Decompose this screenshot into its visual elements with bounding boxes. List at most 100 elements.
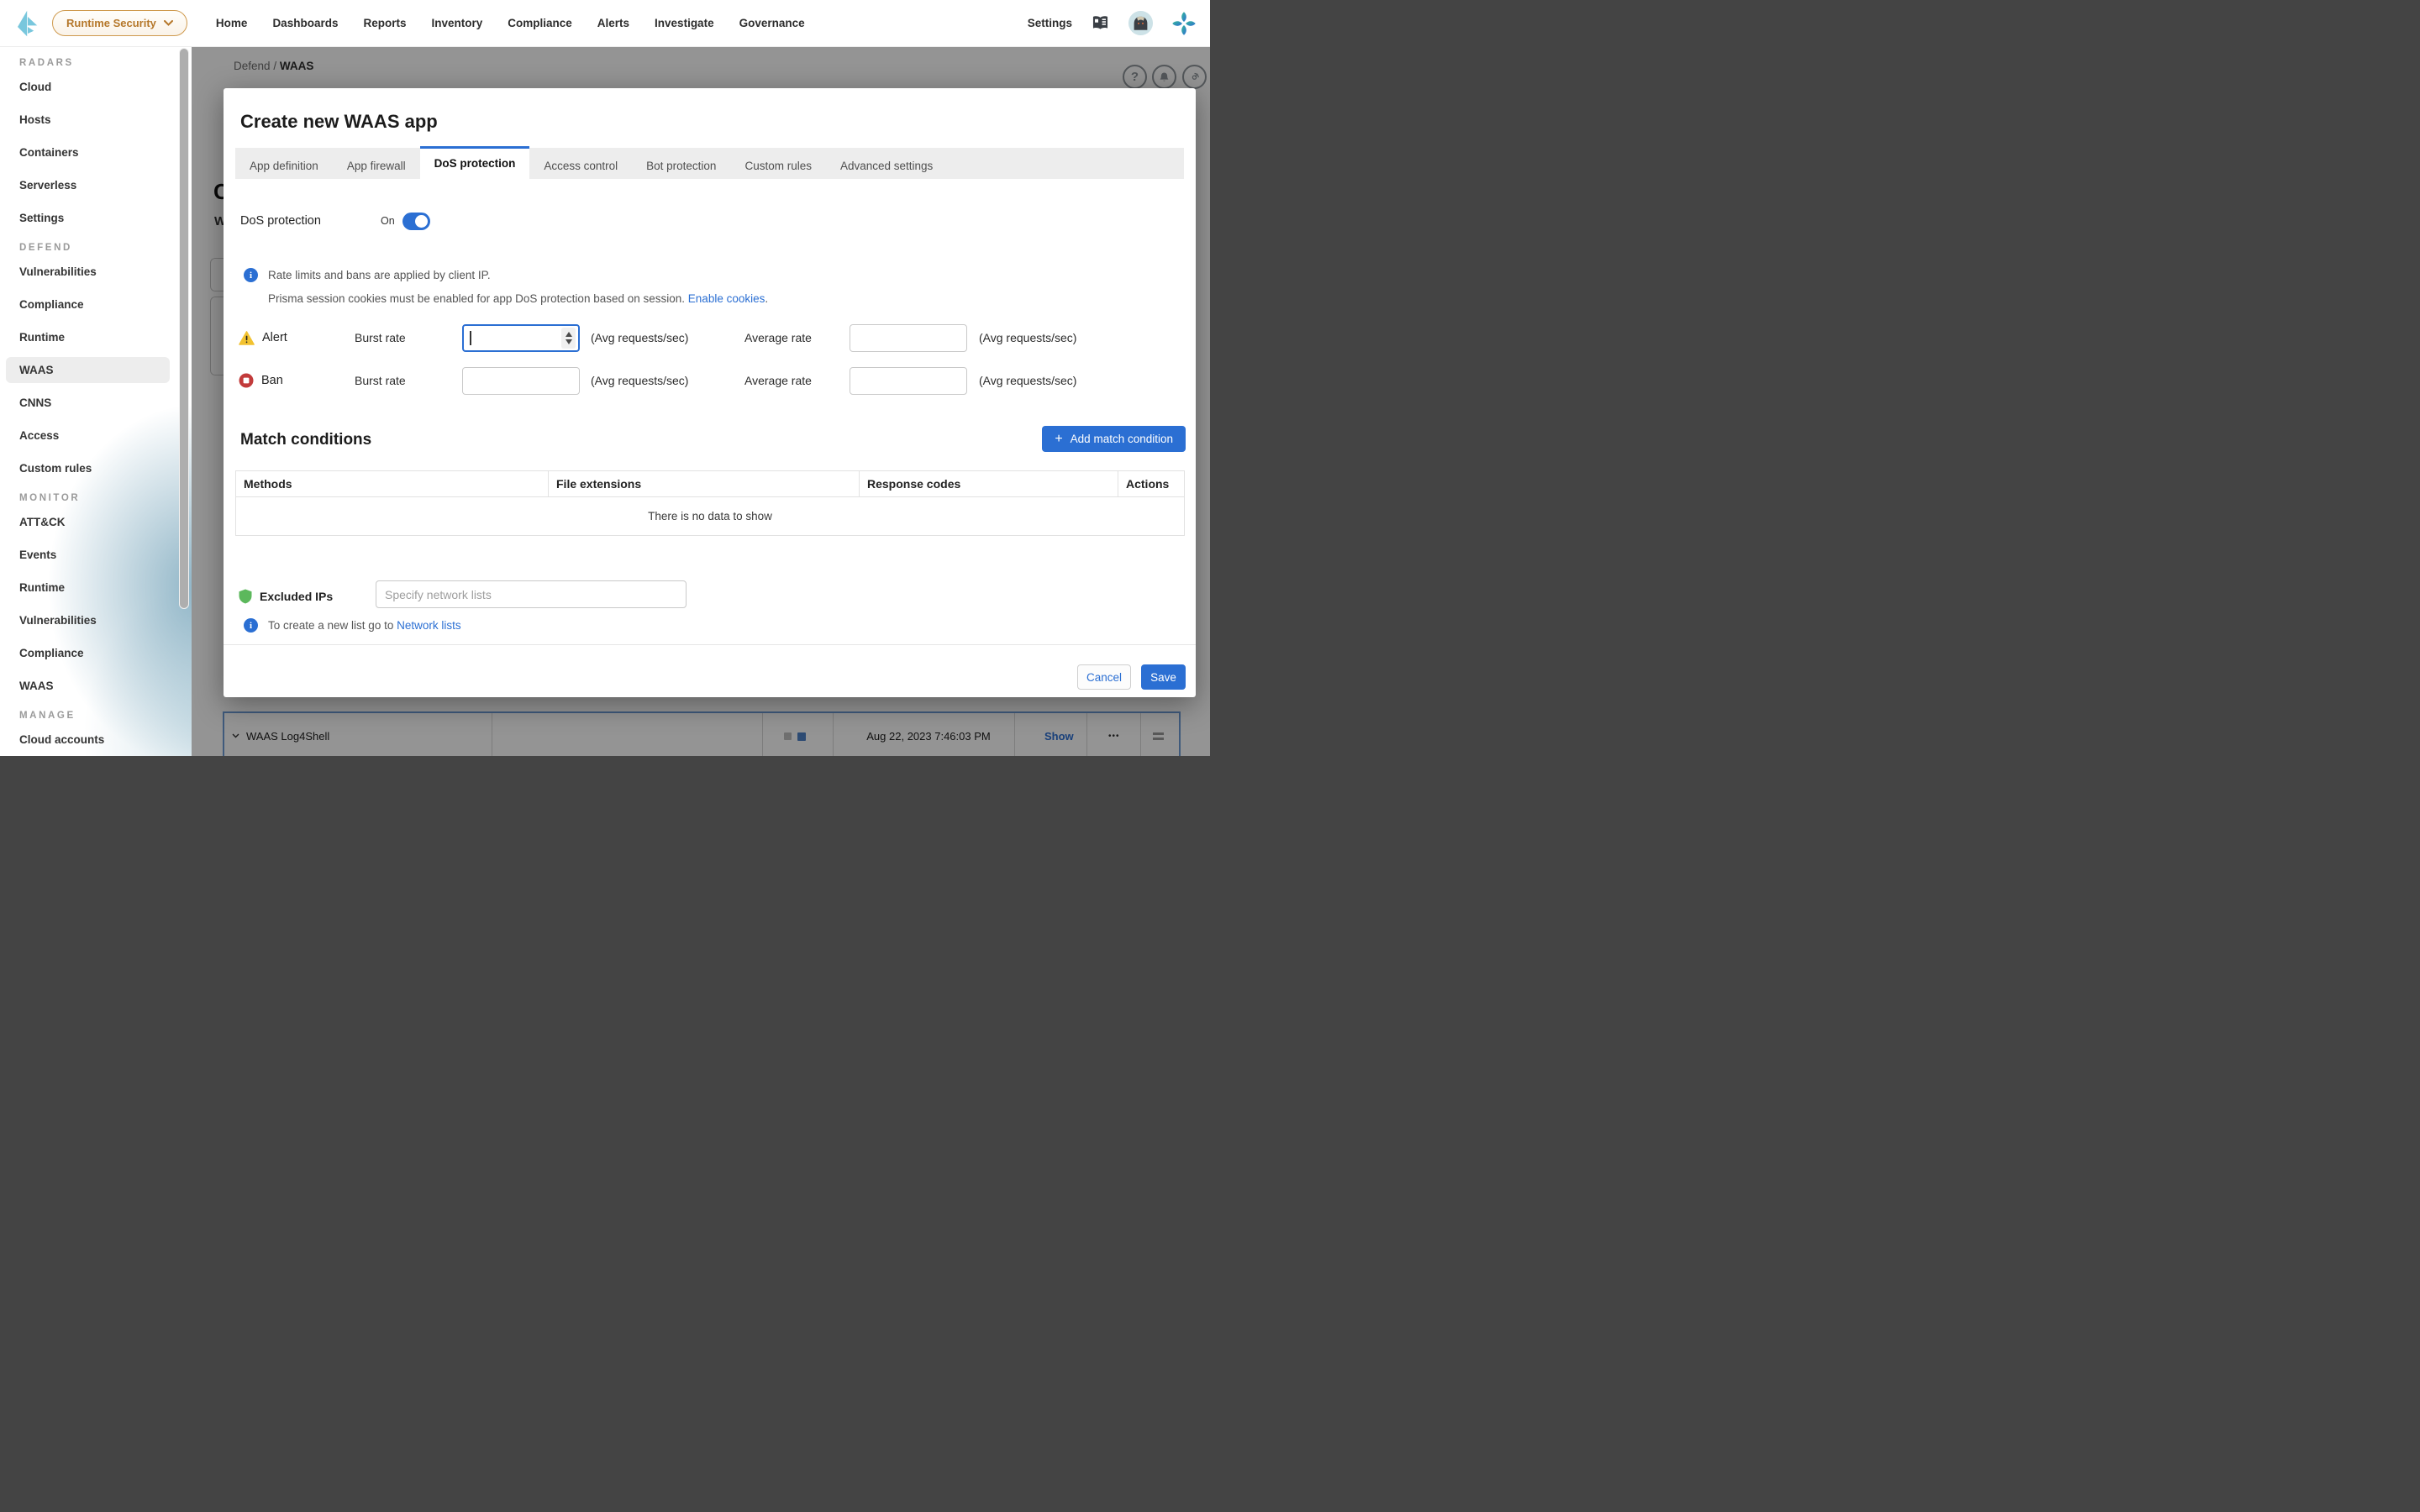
modal-footer: Cancel Save <box>224 644 1196 697</box>
sidebar-section-manage: MANAGE <box>19 711 192 723</box>
toggle-state-label: On <box>381 215 395 227</box>
network-lists-note: To create a new list go to Network lists <box>268 619 461 632</box>
excluded-ips-label: Excluded IPs <box>260 590 333 603</box>
product-switcher[interactable]: Runtime Security <box>52 10 187 36</box>
tab-dos-protection[interactable]: DoS protection <box>420 146 530 179</box>
tab-advanced-settings[interactable]: Advanced settings <box>826 148 947 179</box>
sidebar-item-cloud-accounts[interactable]: Cloud accounts <box>0 723 192 756</box>
user-avatar[interactable] <box>1128 11 1153 35</box>
ban-burst-rate-field <box>462 367 580 395</box>
tab-custom-rules[interactable]: Custom rules <box>730 148 826 179</box>
ban-average-rate-input[interactable] <box>850 367 967 395</box>
alert-average-rate-input[interactable] <box>850 324 967 352</box>
sidebar-item-vulnerabilities[interactable]: Vulnerabilities <box>0 255 192 288</box>
tab-access-control[interactable]: Access control <box>529 148 632 179</box>
sidebar-item-runtime-monitor[interactable]: Runtime <box>0 571 192 604</box>
chevron-down-icon <box>164 20 173 26</box>
ban-icon <box>239 373 254 388</box>
sidebar-scrollbar[interactable] <box>179 48 189 609</box>
column-header-actions: Actions <box>1118 471 1184 496</box>
burst-rate-label: Burst rate <box>355 331 462 344</box>
sidebar-item-waas[interactable]: WAAS <box>6 357 170 383</box>
sidebar-item-runtime[interactable]: Runtime <box>0 321 192 354</box>
tab-app-firewall[interactable]: App firewall <box>333 148 420 179</box>
ban-row-label: Ban <box>261 374 283 387</box>
match-conditions-heading: Match conditions <box>240 431 371 449</box>
average-rate-unit: (Avg requests/sec) <box>968 374 1184 387</box>
alert-average-rate-field <box>850 324 967 352</box>
ban-burst-rate-input[interactable] <box>462 367 580 395</box>
burst-rate-unit: (Avg requests/sec) <box>580 374 744 387</box>
alert-burst-rate-field <box>462 324 580 352</box>
modal-tabs: App definition App firewall DoS protecti… <box>235 148 1184 179</box>
column-header-file-extensions: File extensions <box>549 471 860 496</box>
nav-item-home[interactable]: Home <box>216 17 248 29</box>
sidebar: RADARS Cloud Hosts Containers Serverless… <box>0 46 192 756</box>
average-rate-unit: (Avg requests/sec) <box>968 331 1184 344</box>
column-header-response-codes: Response codes <box>860 471 1118 496</box>
prisma-compute-logo-icon[interactable] <box>17 10 39 37</box>
session-cookies-note: Prisma session cookies must be enabled f… <box>268 292 768 305</box>
empty-table-message: There is no data to show <box>236 496 1184 535</box>
nav-item-investigate[interactable]: Investigate <box>655 17 714 29</box>
dos-protection-label: DoS protection <box>240 214 381 228</box>
create-waas-app-modal: Create new WAAS app App definition App f… <box>224 88 1196 697</box>
enable-cookies-link[interactable]: Enable cookies <box>688 292 765 305</box>
rate-limits-note: Rate limits and bans are applied by clie… <box>268 269 491 281</box>
nav-item-governance[interactable]: Governance <box>739 17 805 29</box>
tab-bot-protection[interactable]: Bot protection <box>632 148 730 179</box>
match-conditions-table: Methods File extensions Response codes A… <box>235 470 1185 536</box>
top-nav: Runtime Security Home Dashboards Reports… <box>0 0 1210 47</box>
add-match-condition-button[interactable]: + Add match condition <box>1042 426 1186 452</box>
sidebar-item-cloud[interactable]: Cloud <box>0 71 192 103</box>
average-rate-label: Average rate <box>744 374 850 387</box>
ban-average-rate-field <box>850 367 967 395</box>
nav-links: Home Dashboards Reports Inventory Compli… <box>216 17 805 29</box>
excluded-ips-input[interactable] <box>376 580 687 608</box>
sidebar-item-hosts[interactable]: Hosts <box>0 103 192 136</box>
sidebar-section-monitor: MONITOR <box>19 493 192 506</box>
warning-icon <box>239 331 255 345</box>
nav-item-settings[interactable]: Settings <box>1028 17 1072 29</box>
burst-rate-label: Burst rate <box>355 374 462 387</box>
save-button[interactable]: Save <box>1141 664 1186 690</box>
column-header-methods: Methods <box>236 471 549 496</box>
dos-protection-toggle[interactable] <box>402 213 430 230</box>
stepper-down-icon <box>566 339 572 344</box>
sidebar-item-custom-rules[interactable]: Custom rules <box>0 452 192 485</box>
sidebar-section-radars: RADARS <box>19 58 192 71</box>
info-icon: i <box>244 618 258 633</box>
nav-item-inventory[interactable]: Inventory <box>431 17 482 29</box>
info-icon: i <box>244 268 258 282</box>
sidebar-item-compliance[interactable]: Compliance <box>0 288 192 321</box>
docs-book-icon[interactable] <box>1091 15 1110 31</box>
sidebar-item-attck[interactable]: ATT&CK <box>0 506 192 538</box>
sidebar-item-compliance-monitor[interactable]: Compliance <box>0 637 192 669</box>
plus-icon: + <box>1055 432 1062 447</box>
sidebar-item-serverless[interactable]: Serverless <box>0 169 192 202</box>
sidebar-item-waas-monitor[interactable]: WAAS <box>0 669 192 702</box>
tab-app-definition[interactable]: App definition <box>235 148 333 179</box>
average-rate-label: Average rate <box>744 331 850 344</box>
sidebar-section-defend: DEFEND <box>19 243 192 255</box>
nav-item-dashboards[interactable]: Dashboards <box>272 17 338 29</box>
stepper-up-icon <box>566 332 572 337</box>
alert-row-label: Alert <box>262 331 287 344</box>
nav-item-alerts[interactable]: Alerts <box>597 17 629 29</box>
sidebar-item-cnns[interactable]: CNNS <box>0 386 192 419</box>
shield-icon <box>239 589 252 604</box>
text-caret <box>470 331 471 345</box>
sidebar-item-access[interactable]: Access <box>0 419 192 452</box>
network-lists-link[interactable]: Network lists <box>397 619 461 632</box>
modal-title: Create new WAAS app <box>240 111 438 133</box>
sidebar-item-containers[interactable]: Containers <box>0 136 192 169</box>
nav-item-reports[interactable]: Reports <box>363 17 406 29</box>
sidebar-item-settings[interactable]: Settings <box>0 202 192 234</box>
cancel-button[interactable]: Cancel <box>1077 664 1131 690</box>
app-window: Defend / WAAS ? C W WAAS Log4Shell Au <box>0 0 1210 756</box>
prisma-cloud-logo-icon[interactable] <box>1171 11 1197 36</box>
nav-item-compliance[interactable]: Compliance <box>508 17 572 29</box>
sidebar-item-events[interactable]: Events <box>0 538 192 571</box>
sidebar-item-vulnerabilities-monitor[interactable]: Vulnerabilities <box>0 604 192 637</box>
number-stepper[interactable] <box>561 328 576 349</box>
